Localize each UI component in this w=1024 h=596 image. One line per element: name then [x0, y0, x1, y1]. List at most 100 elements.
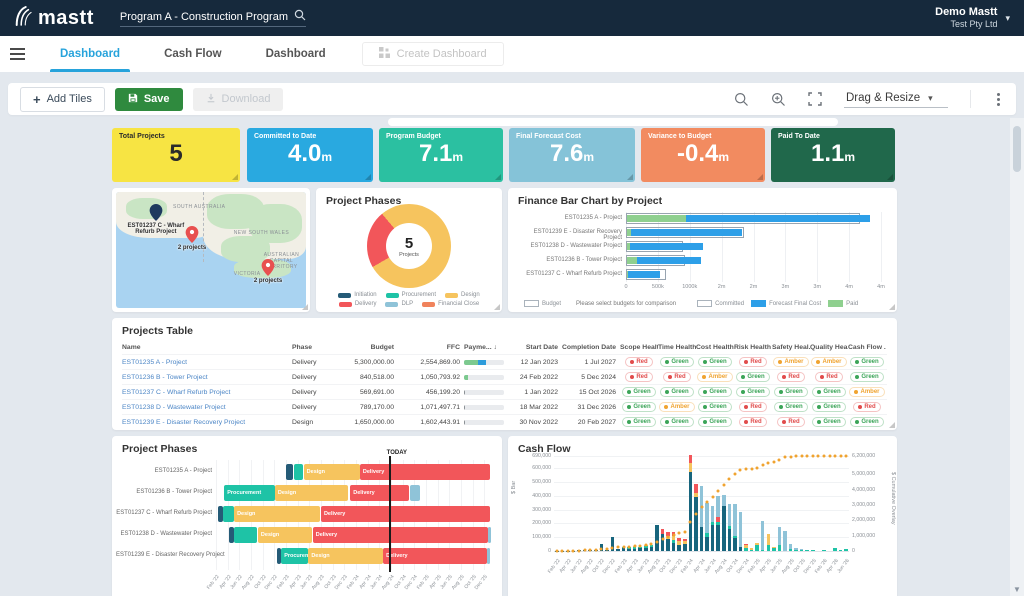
- kpi-tile-committed-to-date[interactable]: Committed to Date4.0m: [247, 128, 373, 182]
- cumulative-dot: [722, 483, 725, 486]
- scrollbar-down-arrow[interactable]: ▼: [1010, 585, 1024, 594]
- column-header-time-health[interactable]: Time Health: [658, 344, 696, 351]
- create-dashboard-button[interactable]: Create Dashboard: [362, 42, 504, 66]
- health-label: Green: [747, 389, 764, 395]
- project-name-link[interactable]: EST01236 B - Tower Project: [122, 374, 292, 381]
- resize-grip[interactable]: [889, 422, 895, 428]
- resize-grip[interactable]: [757, 174, 763, 180]
- gridline: [554, 468, 849, 469]
- gantt-segment-delivery: Delivery: [313, 527, 488, 543]
- resize-grip[interactable]: [232, 174, 238, 180]
- table-row[interactable]: EST01236 B - Tower ProjectDelivery840,51…: [122, 369, 887, 384]
- finance-x-tick: 1000k: [682, 284, 697, 290]
- horizontal-scroll-strip[interactable]: [388, 118, 838, 126]
- table-row[interactable]: EST01239 E - Disaster Recovery ProjectDe…: [122, 414, 887, 429]
- table-row[interactable]: EST01237 C - Wharf Refurb ProjectDeliver…: [122, 384, 887, 399]
- resize-grip[interactable]: [494, 304, 500, 310]
- column-header-cost-health[interactable]: Cost Health: [696, 344, 734, 351]
- project-name-link[interactable]: EST01235 A - Project: [122, 359, 292, 366]
- health-chip-red: Red: [777, 372, 804, 382]
- column-header-risk-health[interactable]: Risk Health: [734, 344, 772, 351]
- health-cell: Green: [620, 417, 658, 427]
- tab-dashboard[interactable]: Dashboard: [244, 36, 348, 72]
- scrollbar-thumb[interactable]: [1013, 126, 1021, 172]
- health-dot: [854, 390, 858, 394]
- finance-row-label: EST01235 A - Project: [514, 215, 622, 221]
- health-cell: Green: [696, 402, 734, 412]
- column-header-quality-hea-[interactable]: Quality Hea...: [810, 344, 848, 351]
- kpi-tile-total-projects[interactable]: Total Projects5: [112, 128, 240, 182]
- table-row[interactable]: EST01238 D - Wastewater ProjectDelivery7…: [122, 399, 887, 414]
- save-button[interactable]: Save: [115, 88, 183, 111]
- cumulative-dot: [828, 455, 831, 458]
- table-cell: 20 Feb 2027: [562, 419, 620, 426]
- vertical-scrollbar[interactable]: ▼: [1010, 118, 1024, 596]
- add-tiles-button[interactable]: + Add Tiles: [20, 87, 105, 112]
- kpi-tile-paid-to-date[interactable]: Paid To Date1.1m: [771, 128, 895, 182]
- health-cell: Green: [772, 387, 810, 397]
- zoom-in-icon[interactable]: [771, 92, 786, 107]
- kpi-tile-program-budget[interactable]: Program Budget7.1m: [379, 128, 503, 182]
- map-pin[interactable]: [186, 226, 199, 243]
- search-icon[interactable]: [294, 9, 306, 24]
- health-label: Green: [747, 374, 764, 380]
- finance-bar-row: [626, 212, 881, 226]
- project-name-link[interactable]: EST01238 D - Wastewater Project: [122, 404, 292, 411]
- resize-grip[interactable]: [889, 304, 895, 310]
- health-chip-red: Red: [663, 372, 690, 382]
- tab-dashboard[interactable]: Dashboard: [38, 36, 142, 72]
- project-name-link[interactable]: EST01237 C - Wharf Refurb Project: [122, 389, 292, 396]
- cumulative-dot: [689, 520, 692, 523]
- map-pin[interactable]: [149, 204, 162, 221]
- column-header-start-date[interactable]: Start Date: [510, 344, 562, 351]
- finance-row-label: EST01236 B - Tower Project: [514, 257, 622, 263]
- map-canvas[interactable]: SOUTH AUSTRALIANEW SOUTH WALESAUSTRALIAN…: [116, 192, 306, 308]
- table-row[interactable]: EST01235 A - ProjectDelivery5,300,000.00…: [122, 354, 887, 369]
- health-label: Green: [633, 419, 650, 425]
- cumulative-dot: [800, 455, 803, 458]
- column-header-safety-heal-[interactable]: Safety Heal...: [772, 344, 810, 351]
- gantt-segment-initiation: [218, 506, 223, 522]
- table-cell: 1,050,793.92: [398, 374, 464, 381]
- kpi-tile-variance-to-budget[interactable]: Variance to Budget-0.4m: [641, 128, 765, 182]
- health-chip-red: Red: [853, 402, 880, 412]
- search-icon[interactable]: [734, 92, 749, 107]
- bar-segment-est01236-b-tower-project: [789, 549, 793, 551]
- health-cell: Green: [848, 372, 886, 382]
- bar-segment-est01237-c-wharf-refurb-project: [767, 534, 771, 544]
- column-header-payme-[interactable]: Payme... ↓: [464, 344, 510, 351]
- cashflow-left-axis-label: $ Bar: [511, 481, 517, 494]
- mastt-logo[interactable]: mastt: [14, 5, 94, 32]
- project-name-link[interactable]: EST01239 E - Disaster Recovery Project: [122, 419, 292, 426]
- table-cell: 1,650,000.00: [334, 419, 398, 426]
- resize-grip[interactable]: [365, 174, 371, 180]
- resize-grip[interactable]: [302, 304, 308, 310]
- program-search-input[interactable]: Program A - Construction Program: [120, 9, 306, 27]
- download-button[interactable]: Download: [193, 88, 284, 111]
- column-header-completion-date[interactable]: Completion Date: [562, 344, 620, 351]
- gantt-row-label: EST01237 C - Wharf Refurb Project: [116, 510, 212, 516]
- column-header-budget[interactable]: Budget: [334, 344, 398, 351]
- cumulative-dot: [572, 549, 575, 552]
- resize-grip[interactable]: [495, 174, 501, 180]
- user-menu[interactable]: Demo Mastt Test Pty Ltd ▾: [935, 6, 1010, 31]
- cumulative-dot: [667, 535, 670, 538]
- tab-cash-flow[interactable]: Cash Flow: [142, 36, 244, 72]
- cashflow-stacked-bar: [794, 548, 798, 551]
- kpi-tile-final-forecast-cost[interactable]: Final Forecast Cost7.6m: [509, 128, 635, 182]
- donut-chart: 5 Projects: [367, 204, 451, 288]
- drag-resize-select[interactable]: Drag & Resize ▾: [844, 90, 948, 108]
- cumulative-dot: [822, 455, 825, 458]
- tile-title: Cash Flow: [508, 436, 897, 455]
- column-header-ffc[interactable]: FFC: [398, 344, 464, 351]
- fullscreen-icon[interactable]: [808, 92, 822, 106]
- column-header-cash-flow-[interactable]: Cash Flow ...: [848, 344, 886, 351]
- column-header-scope-health[interactable]: Scope Health: [620, 344, 658, 351]
- column-header-name[interactable]: Name: [122, 344, 292, 351]
- resize-grip[interactable]: [887, 174, 893, 180]
- column-header-phase[interactable]: Phase: [292, 344, 334, 351]
- resize-grip[interactable]: [627, 174, 633, 180]
- map-pin[interactable]: [262, 259, 275, 276]
- more-options-icon[interactable]: [993, 91, 1004, 108]
- hamburger-menu-icon[interactable]: [0, 36, 34, 72]
